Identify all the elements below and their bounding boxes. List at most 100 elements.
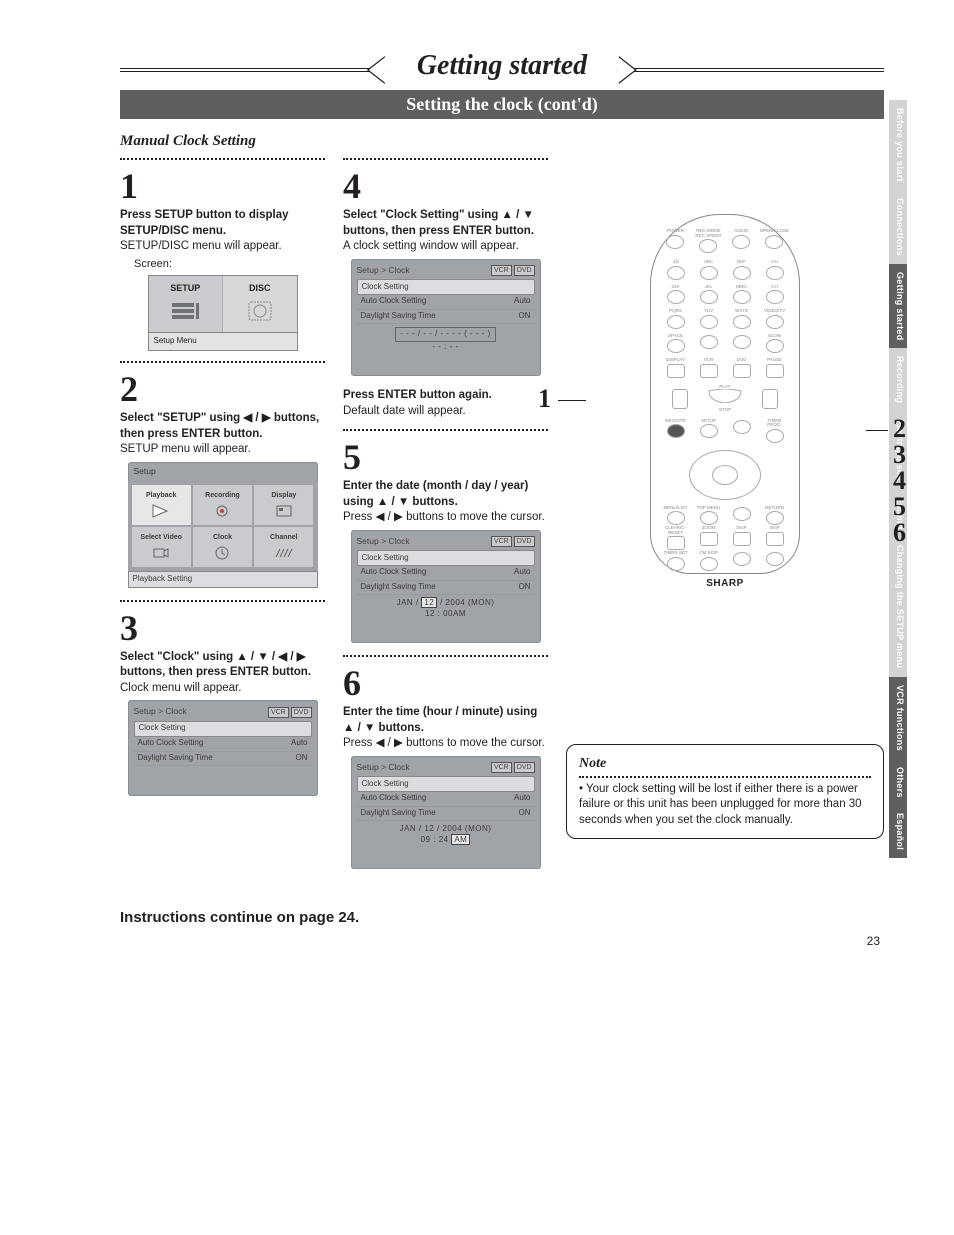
setup-menu-cell: Display — [254, 485, 313, 525]
remote-button-label: CLEAR/C-RESET — [661, 526, 690, 535]
remote-button — [766, 315, 784, 329]
brand-label: SHARP — [661, 578, 789, 589]
dvd-badge: DVD — [291, 707, 312, 718]
setup-menu-cell: Select Video — [132, 527, 191, 567]
subheader: Setting the clock (cont'd) — [120, 90, 884, 119]
setup-icon — [170, 299, 200, 323]
continue-text: Instructions continue on page 24. — [120, 909, 884, 926]
remote-button — [667, 511, 685, 525]
up-down-arrows: ▲ / ▼ — [343, 722, 375, 734]
remote-button-label: TOP MENU — [694, 506, 723, 511]
remote-button — [667, 557, 685, 571]
remote-button-label: TIMER PROG. — [760, 419, 789, 428]
remote-button-label: MENU/LIST — [661, 506, 690, 511]
page-title: Getting started — [387, 50, 617, 82]
nav-arrows: ▲ / ▼ / ◀ / ▶ — [236, 651, 305, 663]
osd-date-box: 12 — [421, 597, 437, 608]
setup-menu-osd: Setup PlaybackRecordingDisplaySelect Vid… — [128, 462, 318, 588]
step-4-extra-plain: Default date will appear. — [343, 405, 466, 417]
disc-icon-label: DISC — [225, 282, 295, 294]
setup-icon-label: SETUP — [151, 282, 221, 294]
osd-row-auto-val: Auto — [514, 296, 530, 307]
remote-button — [766, 532, 784, 546]
step-number: 1 — [120, 168, 325, 204]
remote-button — [733, 364, 751, 378]
remote-button — [667, 424, 685, 438]
remote-button — [766, 511, 784, 525]
remote-button-label: POWER — [661, 229, 690, 234]
remote-button — [733, 266, 751, 280]
dvd-badge: DVD — [514, 762, 535, 773]
step-1-body: Press SETUP button to display SETUP/DISC… — [120, 208, 325, 351]
step-number: 4 — [343, 168, 548, 204]
remote-button — [667, 364, 685, 378]
step-3-body: Select "Clock" using ▲ / ▼ / ◀ / ▶ butto… — [120, 650, 325, 796]
remote-button-label: OPEN/CLOSE — [760, 229, 789, 234]
remote-button — [700, 290, 718, 304]
up-down-arrows: ▲ / ▼ — [377, 496, 409, 508]
osd-row-auto: Auto Clock Setting — [361, 567, 427, 578]
remote-button — [700, 532, 718, 546]
callout-6: 6 — [893, 518, 906, 548]
remote-button — [700, 511, 718, 525]
note-bullet: • — [579, 783, 586, 795]
osd-row-dst: Daylight Saving Time — [138, 753, 213, 764]
remote-button — [667, 339, 685, 353]
osd-row-dst: Daylight Saving Time — [361, 582, 436, 593]
divider — [120, 361, 325, 363]
setup-menu-cell: Recording — [193, 485, 252, 525]
osd-row-clock: Clock Setting — [139, 723, 186, 734]
remote-button — [700, 315, 718, 329]
remote-button — [733, 552, 751, 566]
setup-menu-footer: Playback Setting — [128, 571, 318, 588]
remote-button — [667, 266, 685, 280]
remote-button — [667, 315, 685, 329]
columns: 1 Press SETUP button to display SETUP/DI… — [120, 154, 884, 881]
vcr-badge: VCR — [491, 536, 512, 547]
remote-button — [733, 532, 751, 546]
up-down-arrows: ▲ / ▼ — [502, 209, 534, 221]
osd-row-auto: Auto Clock Setting — [138, 738, 204, 749]
step-4-post: buttons, then press ENTER button. — [343, 225, 534, 237]
osd-breadcrumb: Setup > Clock — [357, 265, 410, 276]
remote-illustration: 1 2 3 4 5 6 POWERREC MODE REC SPEEDAUDIO… — [566, 214, 884, 574]
remote-button-label: RETURN — [760, 506, 789, 511]
osd-date-post: / 2004 (MON) — [437, 598, 494, 607]
column-1: 1 Press SETUP button to display SETUP/DI… — [120, 154, 325, 881]
side-tab: Before you start — [889, 100, 907, 190]
osd-row-dst: Daylight Saving Time — [361, 808, 436, 819]
note-heading: Note — [579, 755, 871, 774]
osd-breadcrumb: Setup > Clock — [134, 706, 187, 717]
left-right-arrows: ◀ / ▶ — [376, 511, 403, 523]
play-button-icon — [705, 389, 745, 403]
osd-date-pre: JAN / — [397, 598, 422, 607]
remote-button — [766, 364, 784, 378]
note-body: Your clock setting will be lost if eithe… — [579, 783, 862, 826]
remote-button-label: SKIP — [727, 526, 756, 531]
osd-date-full: JAN / 12 / 2004 (MON) — [400, 824, 492, 833]
divider — [579, 776, 871, 778]
clock-osd-time: Setup > Clock VCRDVD Clock Setting Auto … — [351, 756, 541, 869]
remote-button-label: MNO — [727, 285, 756, 290]
setup-disc-window: SETUP DISC Setup Menu — [148, 275, 298, 351]
step-5-plain-post: buttons to move the cursor. — [403, 511, 545, 523]
left-right-arrows: ◀ / ▶ — [376, 737, 403, 749]
remote-button-label: SLOW — [760, 334, 789, 339]
step-6-body: Enter the time (hour / minute) using ▲ /… — [343, 705, 548, 869]
column-2: 4 Select "Clock Setting" using ▲ / ▼ but… — [343, 154, 548, 881]
side-tab: Español — [889, 805, 907, 858]
remote-button — [733, 507, 751, 521]
remote-button — [732, 235, 750, 249]
side-tab: Getting started — [889, 264, 907, 349]
remote-button-label: CM SKIP — [694, 551, 723, 556]
remote-button-label: VCR — [694, 358, 723, 363]
stop-label: STOP — [705, 408, 745, 413]
step-2-pre: Select "SETUP" using — [120, 412, 243, 424]
remote-button-label: SETUP — [694, 419, 723, 424]
osd-row-dst-val: ON — [296, 753, 308, 764]
divider — [120, 158, 325, 160]
osd-row-auto: Auto Clock Setting — [361, 793, 427, 804]
setup-window-footer: Setup Menu — [149, 332, 297, 350]
divider — [120, 600, 325, 602]
vcr-badge: VCR — [491, 762, 512, 773]
